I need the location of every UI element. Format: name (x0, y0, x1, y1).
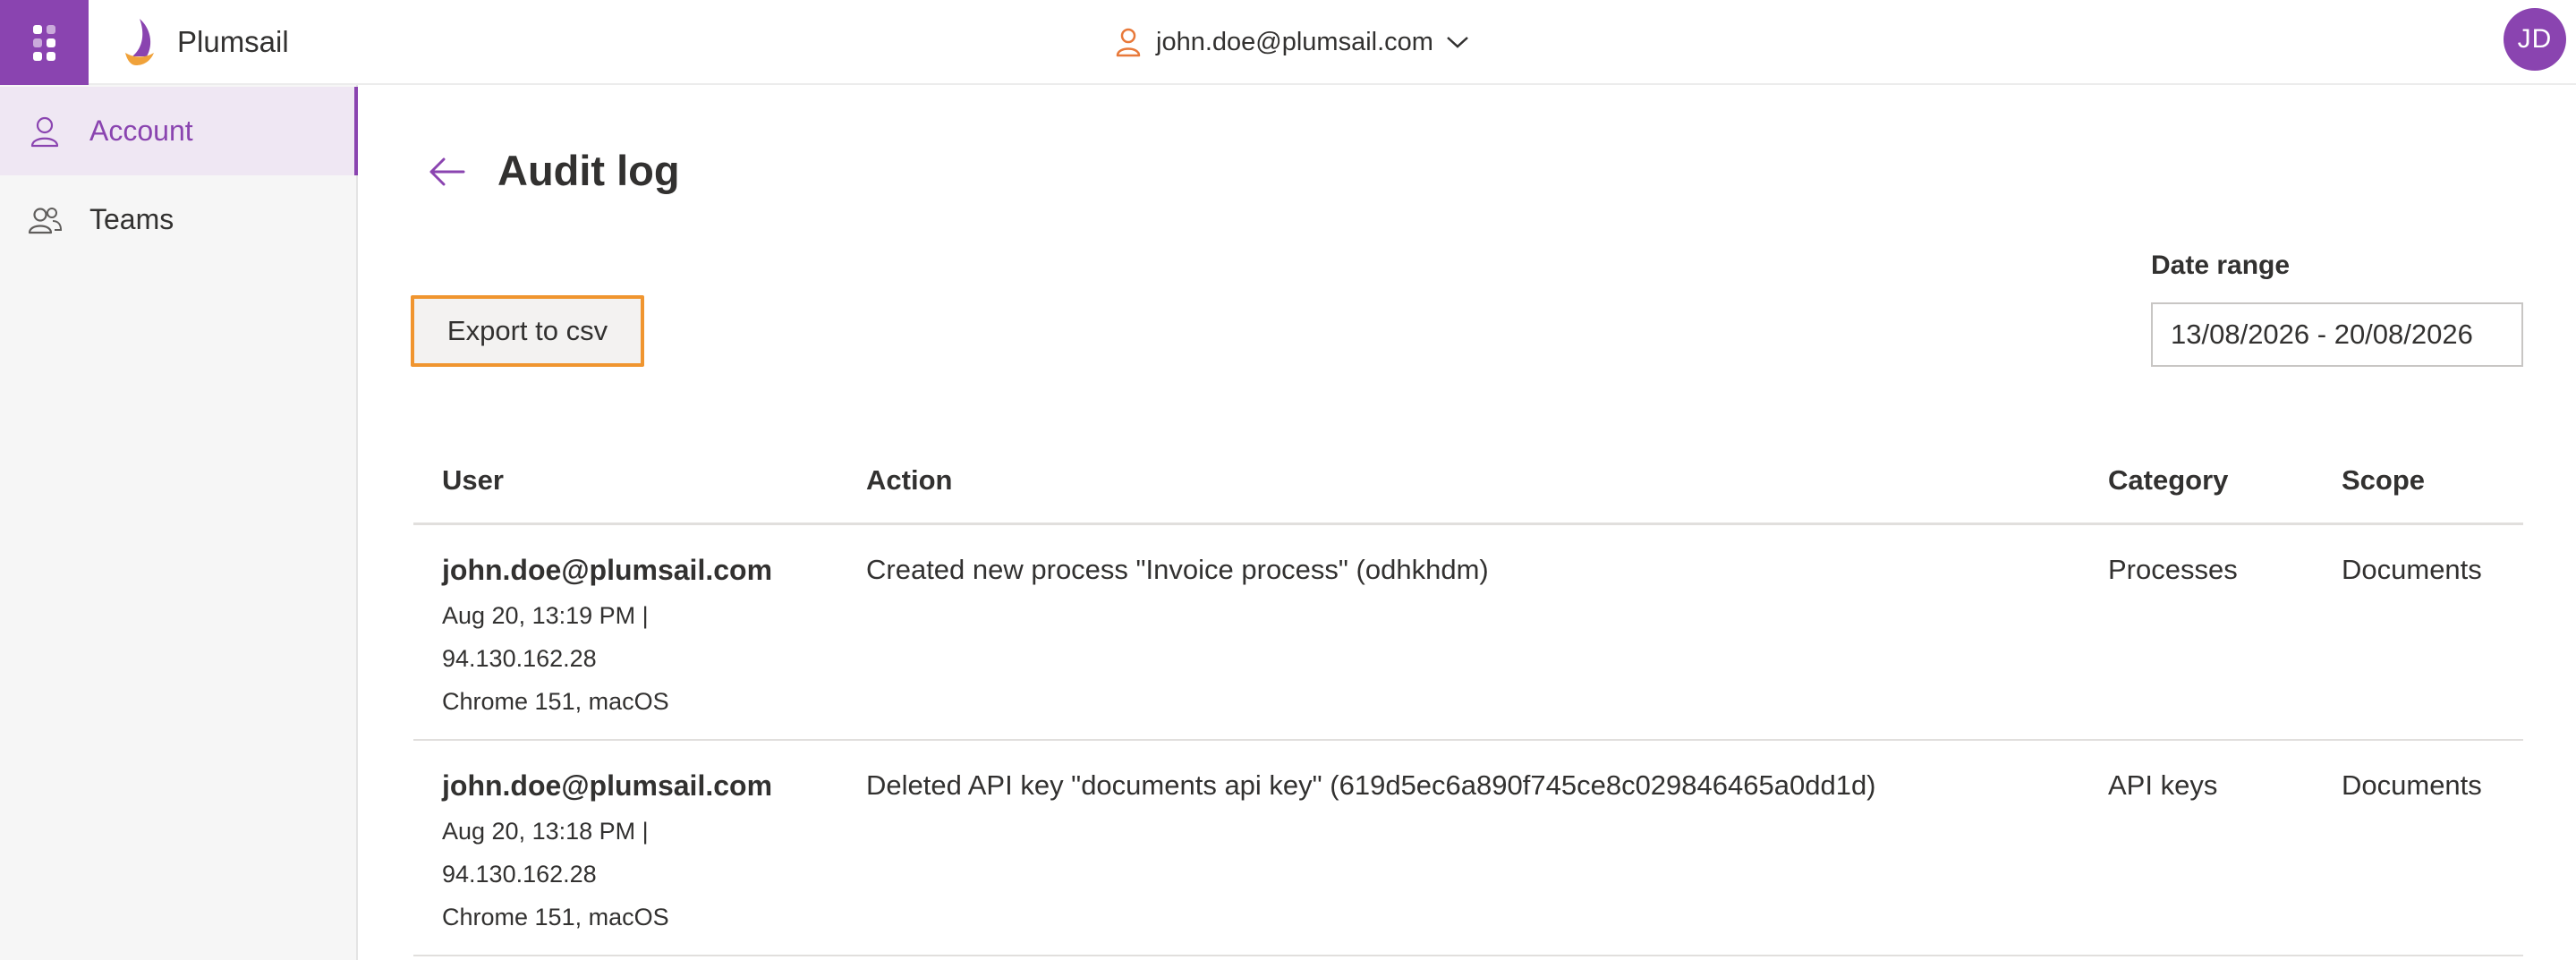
ip-address: 94.130.162.28 (442, 645, 597, 672)
avatar[interactable]: JD (2504, 8, 2566, 71)
user-cell: john.doe@plumsail.com Aug 20, 13:19 PM |… (442, 554, 772, 723)
event-time: Aug 20, 13:19 PM | (442, 602, 649, 629)
scope-cell: Documents (2342, 769, 2482, 801)
user-email: john.doe@plumsail.com (442, 769, 773, 802)
page-title: Audit log (497, 147, 680, 194)
category-cell: Processes (2108, 554, 2238, 585)
arrow-left-icon[interactable] (426, 154, 467, 190)
brand[interactable]: Plumsail (120, 16, 289, 68)
ip-address: 94.130.162.28 (442, 861, 597, 888)
plumsail-logo-icon (125, 19, 154, 65)
sidebar-item-label: Account (89, 115, 193, 147)
sidebar-item-label: Teams (89, 203, 174, 235)
person-icon (1116, 28, 1141, 57)
column-header-scope[interactable]: Scope (2342, 464, 2425, 497)
sidebar-item-account[interactable]: Account (0, 87, 358, 175)
audit-log-table: User Action Category Scope john.doe@plum… (413, 452, 2523, 956)
top-bar: Plumsail john.doe@plumsail.com JD (0, 0, 2576, 85)
client-info: Chrome 151, macOS (442, 904, 669, 930)
event-time: Aug 20, 13:18 PM | (442, 818, 649, 845)
export-to-csv-button[interactable]: Export to csv (411, 295, 644, 367)
sidebar: Account Teams (0, 85, 358, 960)
scope-cell: Documents (2342, 554, 2482, 585)
waffle-icon (33, 24, 55, 61)
date-range-label: Date range (2151, 251, 2291, 280)
user-cell: john.doe@plumsail.com Aug 20, 13:18 PM |… (442, 769, 772, 939)
person-icon (30, 116, 59, 147)
brand-name: Plumsail (177, 25, 289, 58)
action-cell: Created new process "Invoice process" (o… (866, 554, 1489, 585)
column-header-user[interactable]: User (442, 464, 504, 497)
column-header-category[interactable]: Category (2108, 464, 2228, 497)
account-switcher[interactable]: john.doe@plumsail.com (1115, 18, 1471, 66)
people-icon (28, 207, 63, 234)
category-cell: API keys (2108, 769, 2218, 801)
app-launcher-button[interactable] (0, 0, 89, 85)
client-info: Chrome 151, macOS (442, 688, 669, 715)
table-header: User Action Category Scope (413, 452, 2523, 525)
user-email: john.doe@plumsail.com (442, 554, 773, 586)
account-email: john.doe@plumsail.com (1156, 27, 1433, 56)
column-header-action[interactable]: Action (866, 464, 952, 497)
date-range-input[interactable] (2151, 302, 2523, 367)
action-cell: Deleted API key "documents api key" (619… (866, 769, 1876, 801)
sidebar-item-teams[interactable]: Teams (0, 175, 358, 264)
chevron-down-icon (1447, 37, 1468, 48)
table-row[interactable]: john.doe@plumsail.com Aug 20, 13:19 PM |… (413, 525, 2523, 741)
table-row[interactable]: john.doe@plumsail.com Aug 20, 13:18 PM |… (413, 741, 2523, 956)
